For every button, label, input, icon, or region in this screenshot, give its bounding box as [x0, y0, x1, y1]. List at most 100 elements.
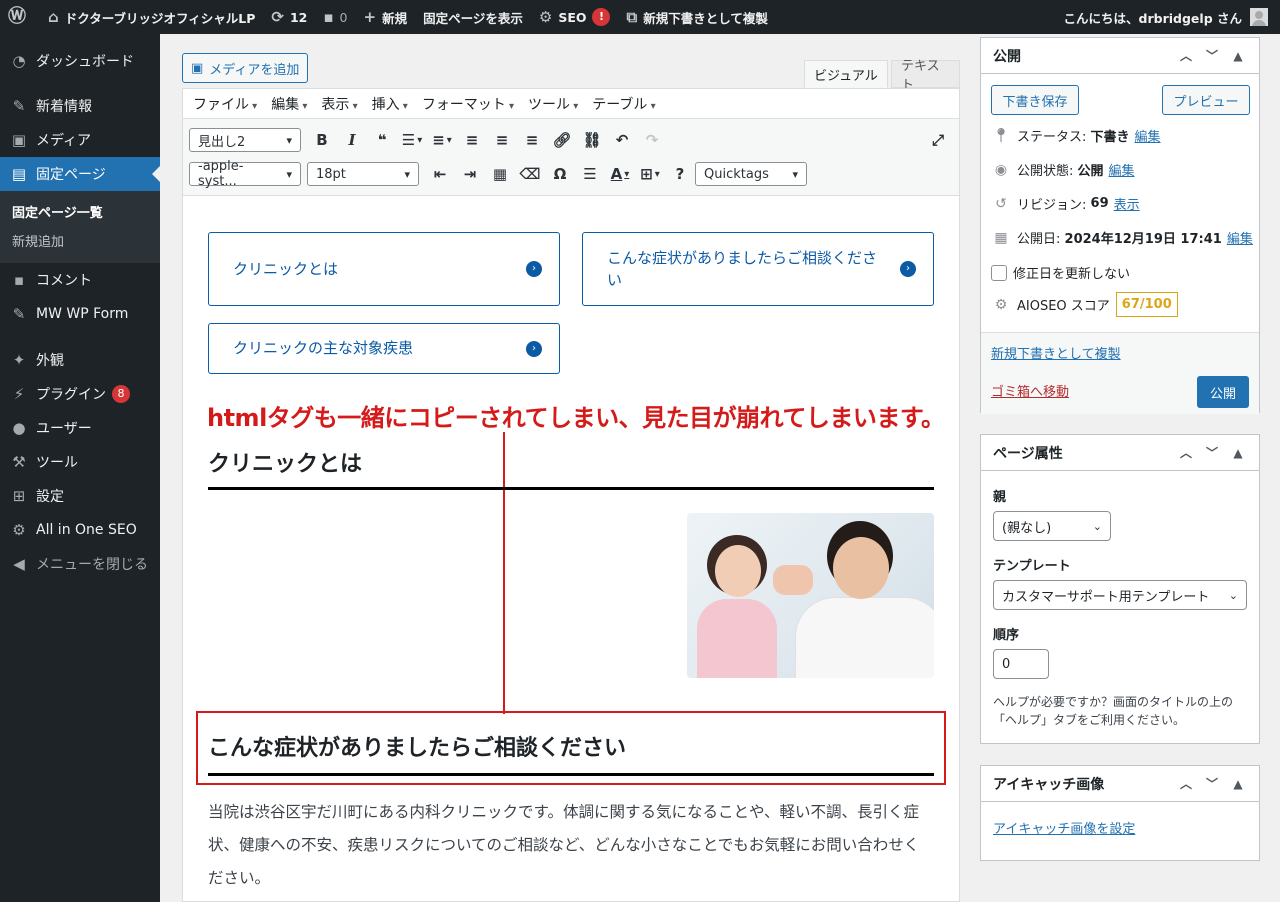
duplicate-draft-link[interactable]: 新規下書きとして複製 [991, 343, 1121, 362]
horizontal-rule-icon[interactable]: ☰ [575, 161, 605, 187]
sidebar-item-plugins[interactable]: ⚡ プラグイン 8 [0, 377, 160, 411]
intro-paragraph[interactable]: 当院は渋谷区宇だ川町にある内科クリニックです。体調に関する気になることや、軽い不… [208, 796, 934, 895]
toggle-panel-icon[interactable]: ▲ [1225, 446, 1251, 460]
add-media-button[interactable]: ▣ メディアを追加 [182, 53, 309, 83]
special-char-icon[interactable]: Ω [545, 161, 575, 187]
menu-insert[interactable]: 挿入 [372, 94, 408, 114]
help-icon[interactable]: ? [665, 161, 695, 187]
sidebar-item-appearance[interactable]: ✦ 外観 [0, 343, 160, 377]
tab-visual[interactable]: ビジュアル [804, 60, 888, 88]
parent-select[interactable]: (親なし) ⌄ [993, 511, 1111, 541]
media-icon: ▣ [191, 60, 204, 76]
undo-icon[interactable]: ↶ [607, 127, 637, 153]
site-name-link[interactable]: ⌂ ドクターブリッジオフィシャルLP [40, 0, 263, 34]
heading-symptoms[interactable]: こんな症状がありましたらご相談ください [208, 730, 934, 776]
sidebar-item-comments[interactable]: ▪ コメント [0, 263, 160, 297]
blockquote-icon[interactable]: ❝ [367, 127, 397, 153]
menu-file[interactable]: ファイル [193, 94, 257, 114]
menu-edit[interactable]: 編集 [271, 94, 307, 114]
set-featured-image-link[interactable]: アイキャッチ画像を設定 [993, 818, 1135, 837]
template-label: テンプレート [993, 559, 1071, 574]
unlink-icon[interactable]: ⛓ [577, 127, 607, 153]
seo-menu[interactable]: ⚙ SEO! [531, 0, 619, 34]
sidebar-item-pages[interactable]: ▤ 固定ページ [0, 157, 160, 191]
fullscreen-icon[interactable]: ⤢ [923, 127, 953, 153]
paste-text-icon[interactable]: ▦ [485, 161, 515, 187]
menu-table[interactable]: テーブル [592, 94, 655, 114]
preview-button[interactable]: プレビュー [1162, 85, 1250, 115]
chevron-down-icon[interactable]: ﹀ [1199, 47, 1225, 64]
sidebar-item-users[interactable]: ● ユーザー [0, 411, 160, 445]
chevron-up-icon[interactable]: ︿ [1173, 775, 1199, 792]
sidebar-item-settings[interactable]: ⊞ 設定 [0, 479, 160, 513]
table-icon[interactable]: ⊞ [635, 161, 665, 187]
pin-icon: ✎ [12, 305, 26, 323]
update-date-checkbox[interactable] [991, 264, 1007, 281]
update-date-row: 修正日を更新しない [991, 263, 1130, 282]
nav-box-clinic[interactable]: クリニックとは › [208, 232, 560, 306]
bold-icon[interactable]: B [307, 127, 337, 153]
editor-toolbar: 見出し2 B I ❝ ☰ ≡ ≡ ≡ ≡ 🔗︎ ⛓ ↶ ↷ ⤢ -apple-s… [183, 119, 959, 196]
text-color-icon[interactable]: A [605, 161, 635, 187]
align-right-icon[interactable]: ≡ [517, 127, 547, 153]
toggle-panel-icon[interactable]: ▲ [1225, 777, 1251, 791]
redo-icon[interactable]: ↷ [637, 127, 667, 153]
sidebar-item-news[interactable]: ✎ 新着情報 [0, 89, 160, 123]
view-revisions-link[interactable]: 表示 [1114, 194, 1140, 213]
format-select[interactable]: 見出し2 [189, 128, 301, 152]
link-icon[interactable]: 🔗︎ [547, 127, 577, 153]
sidebar-item-mw-wp-form[interactable]: ✎ MW WP Form [0, 297, 160, 331]
heading-clinic[interactable]: クリニックとは [208, 446, 934, 490]
edit-visibility-link[interactable]: 編集 [1109, 160, 1135, 179]
aioseo-score-badge[interactable]: 67/100 [1115, 292, 1178, 317]
menu-format[interactable]: フォーマット [422, 94, 514, 114]
sidebar-item-dashboard[interactable]: ◔ ダッシュボード [0, 44, 160, 78]
aioseo-icon: ⚙ [538, 7, 553, 26]
font-size-select[interactable]: 18pt [307, 162, 419, 186]
menu-tools[interactable]: ツール [528, 94, 578, 114]
menu-view[interactable]: 表示 [321, 94, 357, 114]
wp-logo[interactable]: Ⓦ [0, 0, 40, 34]
order-input[interactable]: 0 [993, 649, 1049, 679]
chevron-down-icon[interactable]: ﹀ [1199, 444, 1225, 461]
toggle-panel-icon[interactable]: ▲ [1225, 49, 1251, 63]
page-attributes-box: ページ属性 ︿ ﹀ ▲ 親 (親なし) ⌄ テンプレート カスタマーサポート用テンプレ… [980, 434, 1260, 744]
font-family-select[interactable]: -apple-syst... [189, 159, 301, 189]
template-select[interactable]: カスタマーサポート用テンプレート ⌄ [993, 580, 1247, 610]
edit-date-link[interactable]: 編集 [1227, 228, 1253, 247]
indent-icon[interactable]: ⇥ [455, 161, 485, 187]
align-center-icon[interactable]: ≡ [487, 127, 517, 153]
doctor-child-photo[interactable] [687, 513, 934, 678]
duplicate-icon: ⧉ [626, 7, 638, 26]
clear-format-icon[interactable]: ⌫ [515, 161, 545, 187]
publish-button[interactable]: 公開 [1197, 376, 1249, 408]
bullet-list-icon[interactable]: ☰ [397, 127, 427, 153]
edit-status-link[interactable]: 編集 [1135, 126, 1161, 145]
chevron-up-icon[interactable]: ︿ [1173, 47, 1199, 64]
sidebar-item-all-in-one-seo[interactable]: ⚙ All in One SEO [0, 513, 160, 547]
duplicate-draft-link[interactable]: ⧉ 新規下書きとして複製 [618, 0, 775, 34]
submenu-add-new[interactable]: 新規追加 [0, 226, 160, 255]
updates-link[interactable]: ⟳ 12 [263, 0, 315, 34]
chevron-down-icon[interactable]: ﹀ [1199, 775, 1225, 792]
chevron-up-icon[interactable]: ︿ [1173, 444, 1199, 461]
new-content-link[interactable]: + 新規 [356, 0, 416, 34]
nav-box-symptoms[interactable]: こんな症状がありましたらご相談ください › [582, 232, 934, 306]
quicktags-select[interactable]: Quicktags [695, 162, 807, 186]
submenu-all-pages[interactable]: 固定ページ一覧 [0, 197, 160, 226]
italic-icon[interactable]: I [337, 127, 367, 153]
nav-box-diseases[interactable]: クリニックの主な対象疾患 › [208, 323, 560, 374]
comments-link[interactable]: ▪ 0 [315, 0, 355, 34]
align-left-icon[interactable]: ≡ [457, 127, 487, 153]
sidebar-item-media[interactable]: ▣ メディア [0, 123, 160, 157]
comment-icon: ▪ [323, 7, 334, 26]
sidebar-collapse-menu[interactable]: ◀ メニューを閉じる [0, 547, 160, 581]
sidebar-item-tools[interactable]: ⚒ ツール [0, 445, 160, 479]
my-account[interactable]: こんにちは、drbridgelp さん [1064, 8, 1280, 27]
view-page-link[interactable]: 固定ページを表示 [415, 0, 531, 34]
numbered-list-icon[interactable]: ≡ [427, 127, 457, 153]
move-to-trash-link[interactable]: ゴミ箱へ移動 [991, 381, 1069, 400]
save-draft-button[interactable]: 下書き保存 [991, 85, 1079, 115]
tab-text[interactable]: テキスト [891, 59, 960, 93]
outdent-icon[interactable]: ⇤ [425, 161, 455, 187]
